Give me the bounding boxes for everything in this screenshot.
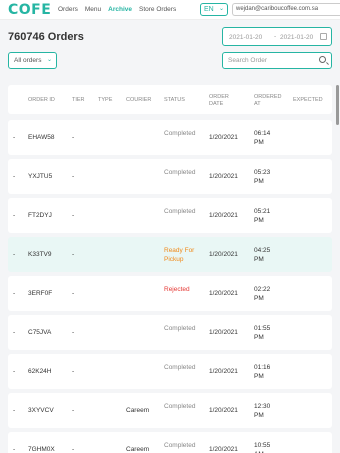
order-tier: -: [72, 329, 75, 336]
col-order-id: ORDER ID: [28, 97, 55, 103]
page-title: 760746 Orders: [8, 31, 84, 43]
order-id: C75JVA: [28, 329, 52, 336]
row-marker: -: [13, 329, 16, 336]
order-tier: -: [72, 290, 75, 297]
order-date: 1/20/2021: [209, 134, 238, 141]
order-tier: -: [72, 212, 75, 219]
table-row[interactable]: - EHAW58 - Completed 1/20/2021 06:14 PM: [8, 120, 332, 155]
col-tier: TIER: [72, 97, 85, 103]
ordered-at: 01:55 PM: [254, 325, 271, 341]
chevron-down-icon: ⌄: [218, 6, 224, 12]
row-marker: -: [13, 134, 16, 141]
order-date: 1/20/2021: [209, 407, 238, 414]
order-status: Rejected: [164, 286, 190, 293]
table-header: ORDER ID TIER TYPE COURIER STATUS ORDER …: [8, 85, 332, 114]
order-id: K33TV9: [28, 251, 52, 258]
order-status: Completed: [164, 364, 196, 371]
top-bar: COFE Orders Menu Archive Store Orders EN…: [0, 0, 340, 20]
vertical-scrollbar[interactable]: [336, 85, 339, 125]
order-tier: -: [72, 407, 75, 414]
nav-menu[interactable]: Menu: [85, 6, 101, 13]
table-row[interactable]: - YXJTU5 - Completed 1/20/2021 05:23 PM: [8, 159, 332, 194]
order-tier: -: [72, 251, 75, 258]
ordered-at: 02:22 PM: [254, 286, 271, 302]
order-status: Completed: [164, 169, 196, 176]
nav-store-orders[interactable]: Store Orders: [139, 6, 176, 13]
order-filter-select[interactable]: All orders ⌄: [8, 52, 57, 69]
ordered-at: 05:21 PM: [254, 208, 271, 224]
order-status: Completed: [164, 442, 196, 449]
date-separator: -: [274, 33, 277, 40]
date-from[interactable]: 2021-01-20: [229, 34, 262, 41]
table-row[interactable]: - 7GHM0X - Careem Completed 1/20/2021 10:55 AM: [8, 432, 332, 453]
order-id: FT2DYJ: [28, 212, 52, 219]
date-to[interactable]: 2021-01-20: [280, 34, 313, 41]
order-courier: Careem: [126, 407, 150, 414]
table-row[interactable]: - C75JVA - Completed 1/20/2021 01:55 PM: [8, 315, 332, 350]
row-marker: -: [13, 173, 16, 180]
brand-logo[interactable]: COFE: [8, 3, 51, 17]
ordered-at: 04:25 PM: [254, 247, 271, 263]
ordered-at: 01:16 PM: [254, 364, 271, 380]
table-row[interactable]: - FT2DYJ - Completed 1/20/2021 05:21 PM: [8, 198, 332, 233]
ordered-at: 06:14 PM: [254, 130, 271, 146]
order-status: Completed: [164, 325, 196, 332]
order-tier: -: [72, 368, 75, 375]
col-order-date: ORDER DATE: [209, 94, 229, 107]
main-nav: Orders Menu Archive Store Orders: [58, 6, 176, 13]
search-icon[interactable]: [319, 56, 326, 63]
col-ordered-at: ORDERED AT: [254, 94, 282, 107]
col-expected: EXPECTED: [293, 97, 323, 103]
order-status: Completed: [164, 208, 196, 215]
order-id: 3ERF0F: [28, 290, 53, 297]
order-tier: -: [72, 134, 75, 141]
table-row[interactable]: - 62K24H - Completed 1/20/2021 01:16 PM: [8, 354, 332, 389]
order-tier: -: [72, 446, 75, 453]
order-date: 1/20/2021: [209, 173, 238, 180]
order-date: 1/20/2021: [209, 251, 238, 258]
order-date: 1/20/2021: [209, 329, 238, 336]
ordered-at: 05:23 PM: [254, 169, 271, 185]
orders-table: ORDER ID TIER TYPE COURIER STATUS ORDER …: [8, 85, 332, 453]
order-id: YXJTU5: [28, 173, 53, 180]
row-marker: -: [13, 446, 16, 453]
order-status: Completed: [164, 403, 196, 410]
row-marker: -: [13, 290, 16, 297]
order-courier: Careem: [126, 446, 150, 453]
order-id: 7GHM0X: [28, 446, 55, 453]
order-tier: -: [72, 173, 75, 180]
search-placeholder: Search Order: [228, 57, 268, 64]
order-date: 1/20/2021: [209, 446, 238, 453]
order-id: 3XYVCV: [28, 407, 54, 414]
table-row[interactable]: - K33TV9 - Ready For Pickup 1/20/2021 04:25 P…: [8, 237, 332, 272]
table-row[interactable]: - 3ERF0F - Rejected 1/20/2021 02:22 PM: [8, 276, 332, 311]
search-input[interactable]: Search Order: [222, 52, 332, 69]
order-filter-label: All orders: [14, 57, 42, 64]
order-id: 62K24H: [28, 368, 52, 375]
row-marker: -: [13, 212, 16, 219]
row-marker: -: [13, 368, 16, 375]
row-marker: -: [13, 407, 16, 414]
col-status: STATUS: [164, 97, 185, 103]
user-account[interactable]: wejdan@cariboucoffee.com.sa: [232, 3, 340, 16]
chevron-down-icon: ⌄: [46, 57, 52, 63]
order-date: 1/20/2021: [209, 290, 238, 297]
nav-orders[interactable]: Orders: [58, 6, 78, 13]
calendar-icon[interactable]: [320, 33, 327, 40]
order-date: 1/20/2021: [209, 212, 238, 219]
order-status: Completed: [164, 130, 196, 137]
ordered-at: 12:30 PM: [254, 403, 271, 419]
nav-archive[interactable]: Archive: [108, 6, 132, 13]
language-select[interactable]: EN ⌄: [200, 3, 228, 16]
col-type: TYPE: [98, 97, 113, 103]
col-courier: COURIER: [126, 97, 152, 103]
order-id: EHAW58: [28, 134, 55, 141]
table-row[interactable]: - 3XYVCV - Careem Completed 1/20/2021 12:30 PM: [8, 393, 332, 428]
date-range-picker[interactable]: 2021-01-20 - 2021-01-20: [222, 27, 332, 46]
language-label: EN: [204, 6, 214, 13]
row-marker: -: [13, 251, 16, 258]
ordered-at: 10:55 AM: [254, 442, 271, 453]
order-status: Ready For Pickup: [164, 247, 195, 263]
order-date: 1/20/2021: [209, 368, 238, 375]
